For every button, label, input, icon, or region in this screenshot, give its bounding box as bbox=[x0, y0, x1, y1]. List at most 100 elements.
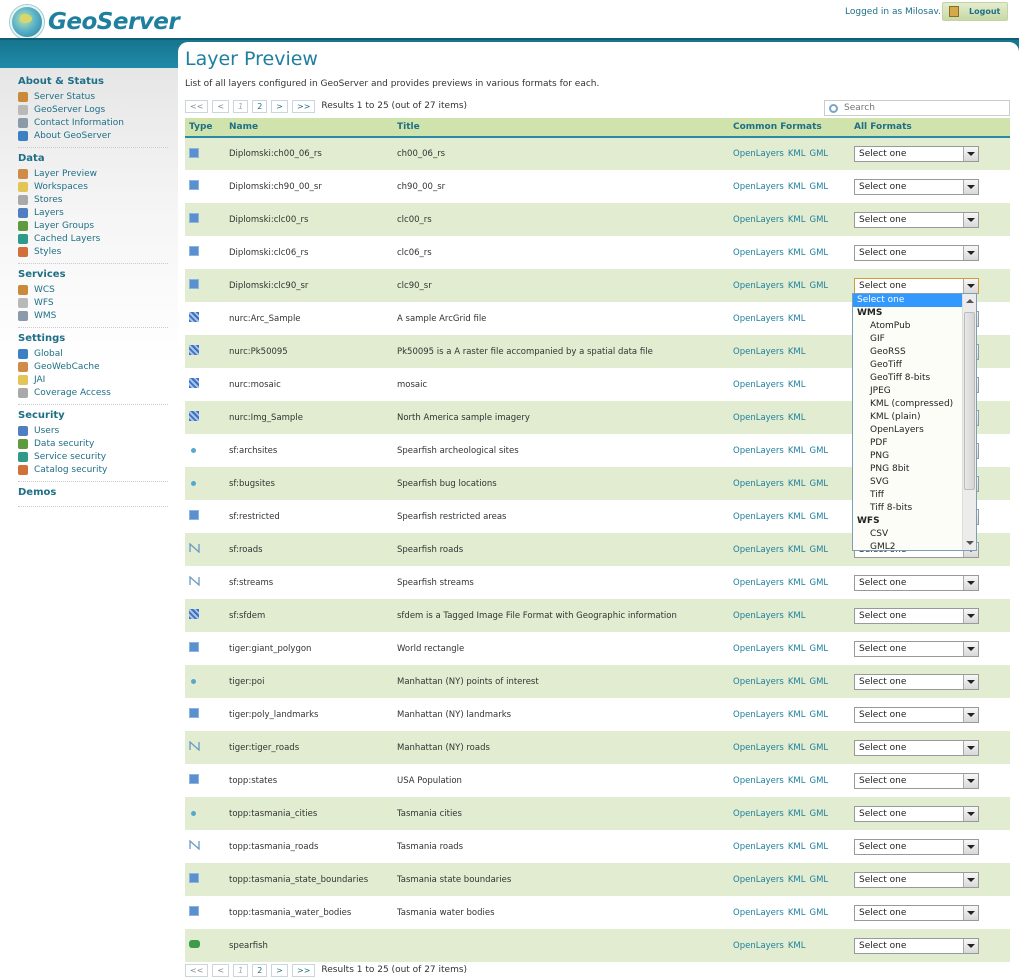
sidebar-item-server-status[interactable]: Server Status bbox=[18, 90, 168, 103]
sidebar-item-coverage-access[interactable]: Coverage Access bbox=[18, 386, 168, 399]
sidebar-section-title[interactable]: Demos bbox=[18, 487, 168, 498]
format-link-kml[interactable]: KML bbox=[788, 479, 806, 489]
format-link-gml[interactable]: GML bbox=[810, 248, 829, 258]
format-link-kml[interactable]: KML bbox=[788, 347, 806, 357]
format-link-openlayers[interactable]: OpenLayers bbox=[733, 908, 784, 918]
dropdown-option[interactable]: GeoTiff bbox=[853, 359, 976, 372]
format-link-kml[interactable]: KML bbox=[788, 248, 806, 258]
logout-button[interactable]: Logout bbox=[942, 2, 1008, 21]
chevron-down-icon[interactable] bbox=[963, 641, 978, 656]
chevron-down-icon[interactable] bbox=[963, 575, 978, 590]
format-link-openlayers[interactable]: OpenLayers bbox=[733, 314, 784, 324]
format-link-gml[interactable]: GML bbox=[810, 809, 829, 819]
all-formats-select[interactable]: Select one bbox=[854, 607, 979, 624]
sidebar-item-geoserver-logs[interactable]: GeoServer Logs bbox=[18, 103, 168, 116]
search-input[interactable] bbox=[844, 103, 994, 113]
all-formats-select[interactable]: Select one bbox=[854, 871, 979, 888]
format-link-openlayers[interactable]: OpenLayers bbox=[733, 347, 784, 357]
format-link-openlayers[interactable]: OpenLayers bbox=[733, 644, 784, 654]
all-formats-select[interactable]: Select one bbox=[854, 937, 979, 954]
format-link-gml[interactable]: GML bbox=[810, 281, 829, 291]
geoserver-logo[interactable]: GeoServer bbox=[10, 5, 180, 39]
format-link-kml[interactable]: KML bbox=[788, 776, 806, 786]
scrollbar-thumb[interactable] bbox=[964, 312, 975, 490]
chevron-down-icon[interactable] bbox=[963, 212, 978, 227]
format-link-gml[interactable]: GML bbox=[810, 908, 829, 918]
chevron-down-icon[interactable] bbox=[963, 872, 978, 887]
sidebar-item-layer-groups[interactable]: Layer Groups bbox=[18, 219, 168, 232]
dropdown-option[interactable]: AtomPub bbox=[853, 320, 976, 333]
format-link-kml[interactable]: KML bbox=[788, 446, 806, 456]
format-link-openlayers[interactable]: OpenLayers bbox=[733, 446, 784, 456]
pager-prev-button[interactable]: < bbox=[212, 963, 230, 977]
format-link-gml[interactable]: GML bbox=[810, 479, 829, 489]
all-formats-select[interactable]: Select one bbox=[854, 673, 979, 690]
format-link-kml[interactable]: KML bbox=[788, 875, 806, 885]
all-formats-select[interactable]: Select one bbox=[854, 805, 979, 822]
format-link-gml[interactable]: GML bbox=[810, 710, 829, 720]
format-link-openlayers[interactable]: OpenLayers bbox=[733, 941, 784, 951]
all-formats-select[interactable]: Select one bbox=[854, 706, 979, 723]
format-link-gml[interactable]: GML bbox=[810, 446, 829, 456]
sidebar-item-contact-information[interactable]: Contact Information bbox=[18, 116, 168, 129]
sidebar-item-wcs[interactable]: WCS bbox=[18, 283, 168, 296]
dropdown-option[interactable]: GML2 bbox=[853, 541, 976, 550]
scroll-up-icon[interactable] bbox=[966, 299, 974, 303]
pager-page-1[interactable]: 1 bbox=[233, 99, 249, 113]
all-formats-select[interactable]: Select one bbox=[854, 244, 979, 261]
chevron-down-icon[interactable] bbox=[963, 608, 978, 623]
format-link-kml[interactable]: KML bbox=[788, 314, 806, 324]
format-link-gml[interactable]: GML bbox=[810, 875, 829, 885]
format-link-openlayers[interactable]: OpenLayers bbox=[733, 149, 784, 159]
sidebar-item-wfs[interactable]: WFS bbox=[18, 296, 168, 309]
column-header-type[interactable]: Type bbox=[185, 118, 225, 138]
format-link-kml[interactable]: KML bbox=[788, 908, 806, 918]
chevron-down-icon[interactable] bbox=[963, 806, 978, 821]
dropdown-option[interactable]: GIF bbox=[853, 333, 976, 346]
sidebar-item-wms[interactable]: WMS bbox=[18, 309, 168, 322]
dropdown-option[interactable]: PNG bbox=[853, 450, 976, 463]
format-link-openlayers[interactable]: OpenLayers bbox=[733, 710, 784, 720]
format-link-openlayers[interactable]: OpenLayers bbox=[733, 182, 784, 192]
format-link-gml[interactable]: GML bbox=[810, 215, 829, 225]
format-link-kml[interactable]: KML bbox=[788, 545, 806, 555]
sidebar-item-about-geoserver[interactable]: About GeoServer bbox=[18, 129, 168, 142]
chevron-down-icon[interactable] bbox=[963, 740, 978, 755]
format-link-kml[interactable]: KML bbox=[788, 578, 806, 588]
pager-page-2[interactable]: 2 bbox=[252, 963, 268, 977]
format-link-openlayers[interactable]: OpenLayers bbox=[733, 413, 784, 423]
pager-first-button[interactable]: << bbox=[185, 99, 209, 113]
dropdown-option[interactable]: KML (compressed) bbox=[853, 398, 976, 411]
format-link-openlayers[interactable]: OpenLayers bbox=[733, 578, 784, 588]
dropdown-option[interactable]: JPEG bbox=[853, 385, 976, 398]
chevron-down-icon[interactable] bbox=[963, 905, 978, 920]
chevron-down-icon[interactable] bbox=[963, 278, 978, 293]
format-link-gml[interactable]: GML bbox=[810, 644, 829, 654]
format-link-kml[interactable]: KML bbox=[788, 215, 806, 225]
sidebar-item-layer-preview[interactable]: Layer Preview bbox=[18, 167, 168, 180]
format-link-openlayers[interactable]: OpenLayers bbox=[733, 215, 784, 225]
sidebar-item-styles[interactable]: Styles bbox=[18, 245, 168, 258]
search-box[interactable] bbox=[824, 100, 1010, 116]
sidebar-item-users[interactable]: Users bbox=[18, 424, 168, 437]
format-link-kml[interactable]: KML bbox=[788, 380, 806, 390]
format-link-kml[interactable]: KML bbox=[788, 149, 806, 159]
dropdown-option[interactable]: CSV bbox=[853, 528, 976, 541]
column-header-name[interactable]: Name bbox=[225, 118, 393, 138]
format-link-kml[interactable]: KML bbox=[788, 743, 806, 753]
dropdown-option[interactable]: KML (plain) bbox=[853, 411, 976, 424]
format-link-gml[interactable]: GML bbox=[810, 149, 829, 159]
format-link-gml[interactable]: GML bbox=[810, 743, 829, 753]
all-formats-select[interactable]: Select one bbox=[854, 904, 979, 921]
all-formats-select[interactable]: Select one bbox=[854, 178, 979, 195]
sidebar-item-workspaces[interactable]: Workspaces bbox=[18, 180, 168, 193]
pager-first-button[interactable]: << bbox=[185, 963, 209, 977]
pager-page-1[interactable]: 1 bbox=[233, 963, 249, 977]
format-link-kml[interactable]: KML bbox=[788, 809, 806, 819]
format-link-kml[interactable]: KML bbox=[788, 710, 806, 720]
chevron-down-icon[interactable] bbox=[963, 707, 978, 722]
format-link-openlayers[interactable]: OpenLayers bbox=[733, 512, 784, 522]
format-link-openlayers[interactable]: OpenLayers bbox=[733, 875, 784, 885]
format-link-openlayers[interactable]: OpenLayers bbox=[733, 380, 784, 390]
pager-prev-button[interactable]: < bbox=[212, 99, 230, 113]
